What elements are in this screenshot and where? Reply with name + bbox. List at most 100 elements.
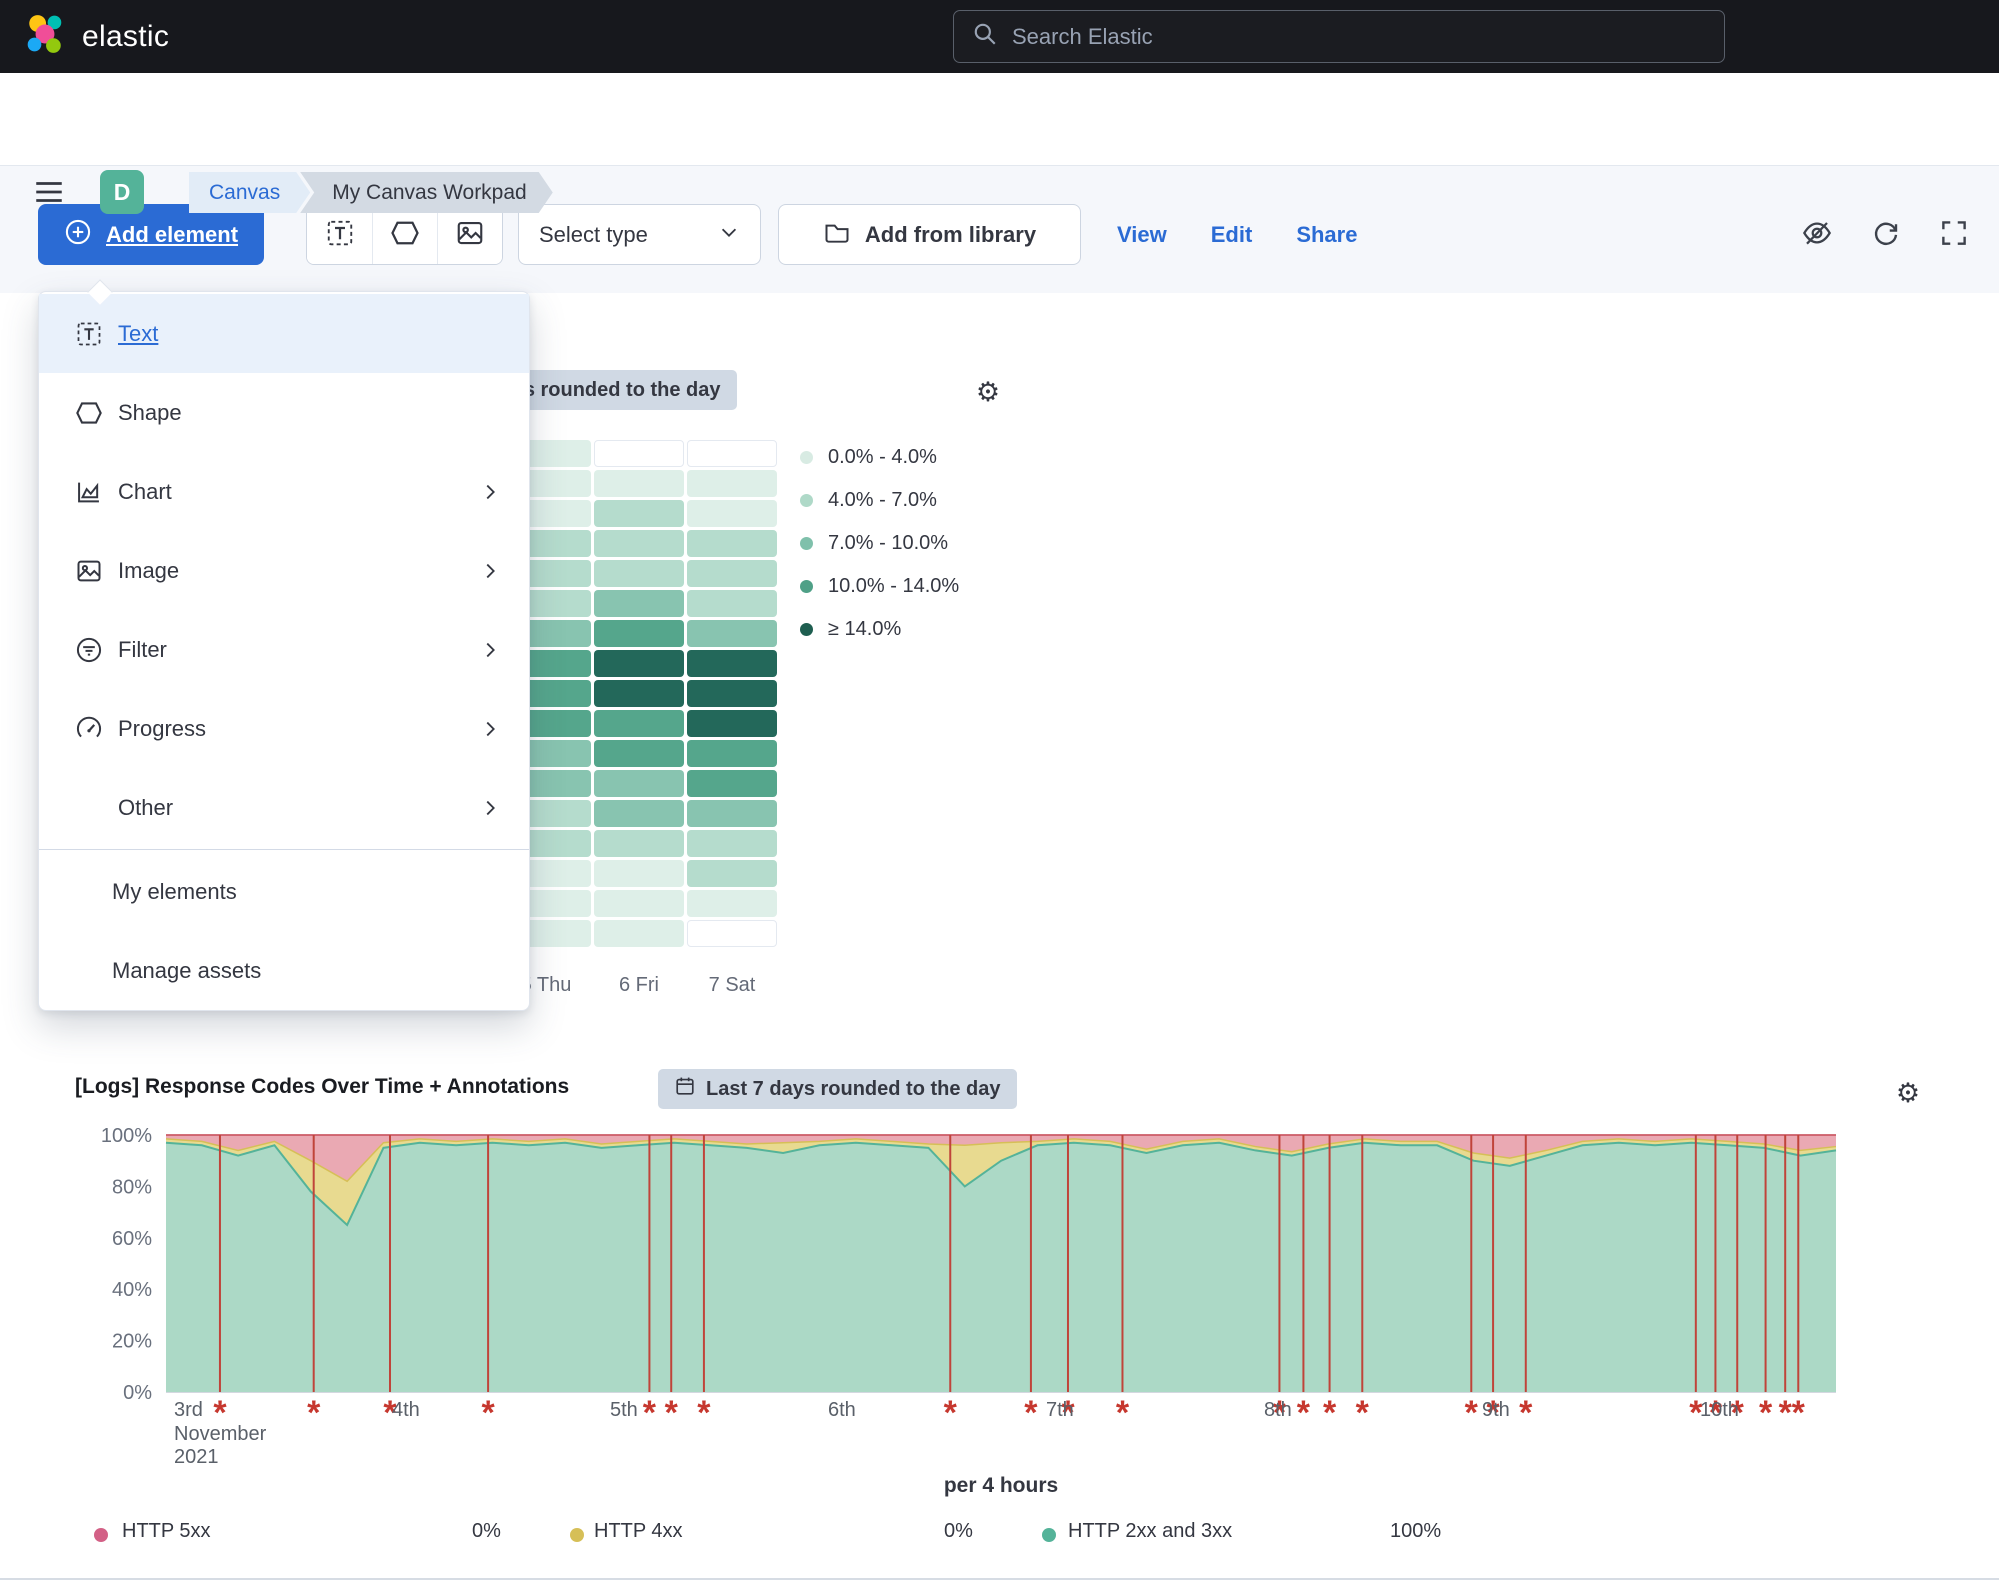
menu-item-label: Progress [118,716,206,742]
y-tick-label: 100% [101,1125,152,1147]
annotation-marker[interactable]: * [1759,1394,1773,1432]
quick-insert-group [306,204,503,265]
legend-dot [1042,1528,1056,1542]
insert-text-button[interactable] [307,205,372,264]
menu-item-image[interactable]: Image [39,531,529,610]
heatmap-legend-item[interactable]: 10.0% - 14.0% [800,565,959,608]
breadcrumb-canvas[interactable]: Canvas [189,172,310,213]
nav-menu-button[interactable] [26,170,72,216]
annotation-marker[interactable]: * [665,1394,679,1432]
legend-label[interactable]: HTTP 5xx [122,1520,211,1543]
heatmap-cell [687,770,777,797]
element-settings-button[interactable]: ⚙ [1886,1071,1930,1115]
search-input[interactable] [1012,24,1706,50]
annotation-marker[interactable]: * [1116,1394,1130,1432]
y-tick-label: 80% [112,1176,152,1198]
heatmap-cell [687,620,777,647]
menu-item-shape[interactable]: Shape [39,373,529,452]
annotation-marker[interactable]: * [643,1394,657,1432]
insert-shape-button[interactable] [372,205,437,264]
view-link[interactable]: View [1117,222,1167,248]
menu-item-label: Filter [118,637,167,663]
heatmap-cell [594,560,684,587]
y-tick-label: 40% [112,1279,152,1301]
refresh-button[interactable] [1871,218,1901,251]
elastic-home-button[interactable]: elastic [24,13,169,60]
legend-dot [570,1528,584,1542]
menu-item-chart[interactable]: Chart [39,452,529,531]
chart-icon [74,477,104,507]
heatmap-legend-item[interactable]: 4.0% - 7.0% [800,479,959,522]
legend-dot [800,451,813,464]
annotation-marker[interactable]: * [1792,1394,1806,1432]
refresh-icon [1871,218,1901,251]
insert-image-button[interactable] [437,205,502,264]
heatmap-cell [687,890,777,917]
heatmap-cell [594,650,684,677]
annotation-marker[interactable]: * [1465,1394,1479,1432]
hide-toolbar-button[interactable] [1801,217,1833,252]
edit-link[interactable]: Edit [1211,222,1253,248]
menu-item-label: My elements [112,879,237,905]
heatmap-cell [687,800,777,827]
add-element-menu: Text Shape Chart Image Filter Progress Other M… [38,291,530,1011]
x-tick-label: 9th [1482,1399,1510,1421]
breadcrumb-bar: D Canvas My Canvas Workpad [0,73,1999,166]
annotation-marker[interactable]: * [481,1394,495,1432]
annotation-marker[interactable]: * [944,1394,958,1432]
top-navbar: elastic [0,0,1999,73]
chevron-right-icon [479,560,501,582]
menu-item-text[interactable]: Text [39,294,529,373]
heatmap-cell [594,470,684,497]
menu-item-label: Text [118,321,158,347]
global-search[interactable] [953,10,1725,63]
chevron-right-icon [479,639,501,661]
x-tick-label: 3rd [174,1399,203,1421]
heatmap-cell [594,740,684,767]
legend-label[interactable]: HTTP 4xx [594,1520,683,1543]
annotation-marker[interactable]: * [1323,1394,1337,1432]
text-icon [74,319,104,349]
legend-range: 0.0% - 4.0% [828,446,937,469]
heatmap-legend-item[interactable]: 7.0% - 10.0% [800,522,959,565]
legend-range: 4.0% - 7.0% [828,489,937,512]
legend-dot [800,494,813,507]
time-filter-badge[interactable]: Last 7 days rounded to the day [658,1069,1017,1109]
share-link[interactable]: Share [1296,222,1357,248]
add-from-library-button[interactable]: Add from library [778,204,1081,265]
annotation-marker[interactable]: * [1024,1394,1038,1432]
heatmap-legend-item[interactable]: ≥ 14.0% [800,608,959,651]
heatmap-cell [594,440,684,467]
menu-item-label: Chart [118,479,172,505]
chevron-right-icon [479,718,501,740]
hamburger-icon [32,175,66,212]
fullscreen-button[interactable] [1939,218,1969,251]
eye-slash-icon [1801,217,1833,252]
annotation-marker[interactable]: * [1779,1394,1793,1432]
element-settings-button[interactable]: ⚙ [966,370,1010,414]
menu-item-label: Other [118,795,173,821]
menu-item-my-elements[interactable]: My elements [39,852,529,931]
annotation-marker[interactable]: * [1297,1394,1311,1432]
menu-item-filter[interactable]: Filter [39,610,529,689]
select-type-dropdown[interactable]: Select type [518,204,761,265]
legend-dot [800,537,813,550]
menu-item-manage-assets[interactable]: Manage assets [39,931,529,1010]
annotation-marker[interactable]: * [307,1394,321,1432]
annotation-marker[interactable]: * [697,1394,711,1432]
heatmap-cell [687,560,777,587]
legend-dot [800,623,813,636]
legend-dot [94,1528,108,1542]
heatmap-legend-item[interactable]: 0.0% - 4.0% [800,436,959,479]
no-icon [74,793,104,823]
time-badge-label: Last 7 days rounded to the day [706,1078,1001,1101]
filter-icon [74,635,104,665]
annotation-marker[interactable]: * [1356,1394,1370,1432]
avatar[interactable]: D [100,170,144,214]
menu-item-progress[interactable]: Progress [39,689,529,768]
annotation-marker[interactable]: * [1519,1394,1533,1432]
legend-label[interactable]: HTTP 2xx and 3xx [1068,1520,1232,1543]
chart-title: [Logs] Response Codes Over Time + Annota… [75,1075,569,1099]
plus-circle-icon [64,218,92,252]
menu-item-other[interactable]: Other [39,768,529,847]
